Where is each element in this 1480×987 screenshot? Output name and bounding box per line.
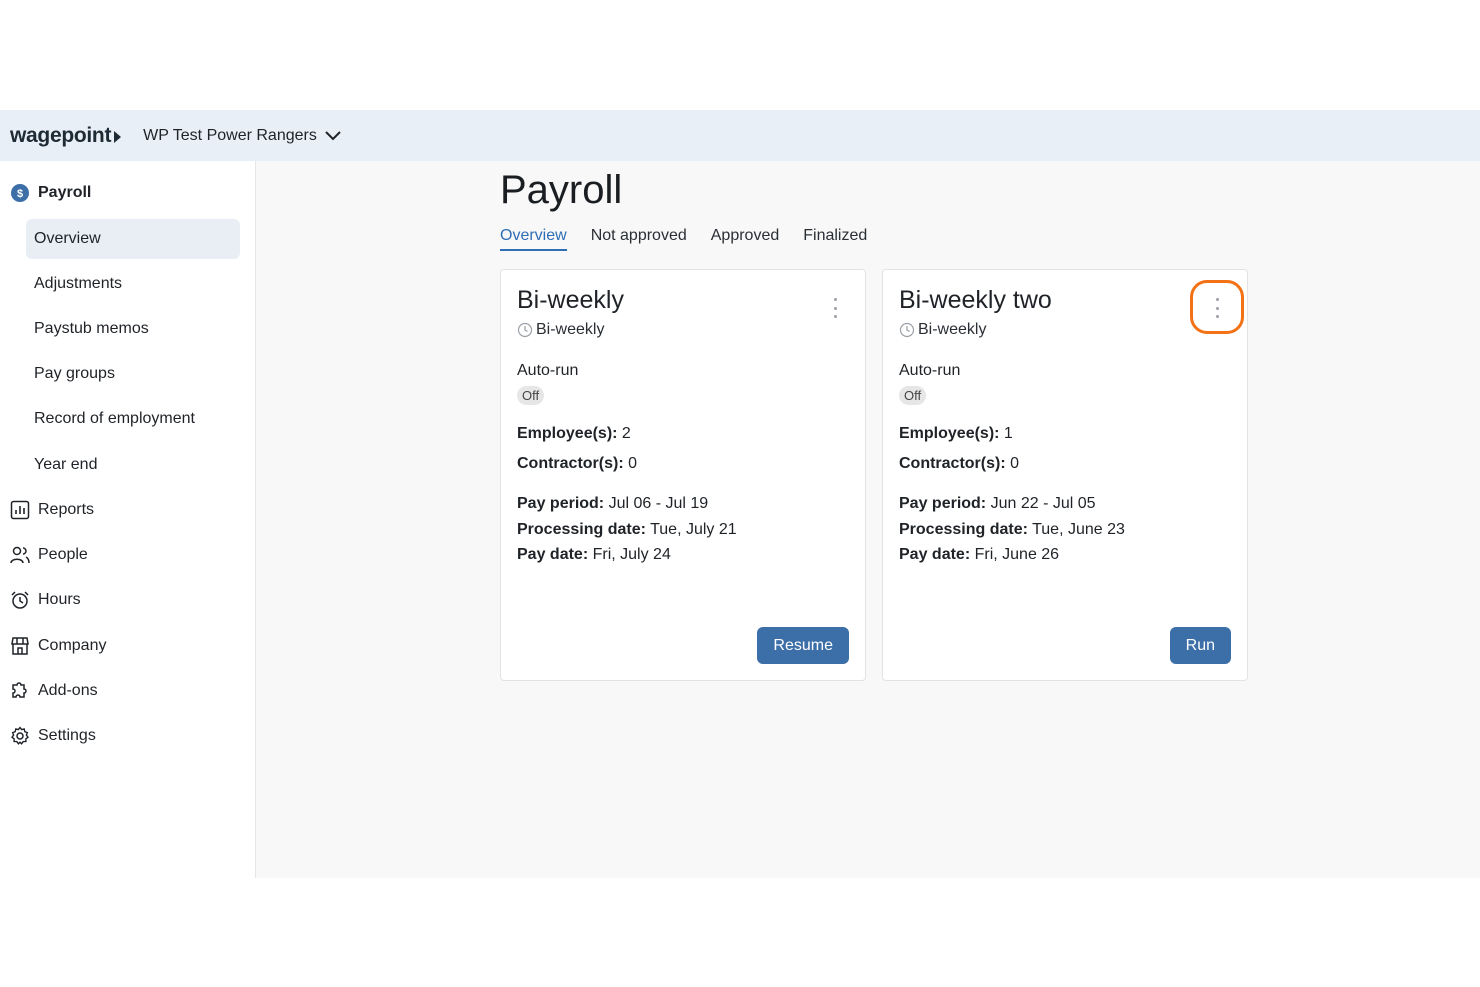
svg-text:$: $ (17, 188, 23, 200)
card-frequency: Bi-weekly (899, 321, 986, 339)
pay-date-label: Pay date: (517, 546, 589, 563)
sidebar-subitem-label: Year end (34, 456, 98, 473)
employees-row: Employee(s): 1 (899, 425, 1013, 443)
autorun-status-badge: Off (517, 386, 545, 405)
page-title: Payroll (500, 168, 623, 212)
autorun-label: Auto-run (517, 362, 579, 379)
processing-date-row: Processing date: Tue, June 23 (899, 521, 1125, 539)
company-switcher[interactable]: WP Test Power Rangers (143, 127, 341, 145)
card-frequency: Bi-weekly (517, 321, 604, 339)
puzzle-icon (10, 681, 30, 701)
processing-date-row: Processing date: Tue, July 21 (517, 521, 737, 539)
sidebar-subitem-label: Paystub memos (34, 320, 149, 337)
contractors-row: Contractor(s): 0 (517, 455, 637, 473)
sidebar-item-company[interactable]: Company (10, 634, 106, 658)
bar-chart-icon (10, 500, 30, 520)
sidebar-subitem-label: Record of employment (34, 410, 195, 427)
employees-row: Employee(s): 2 (517, 425, 631, 443)
sidebar-item-label: Settings (38, 727, 96, 744)
processing-date-label: Processing date: (899, 521, 1028, 538)
tab-approved[interactable]: Approved (711, 227, 780, 251)
clock-icon (517, 322, 533, 338)
sidebar-subitem-paystub-memos[interactable]: Paystub memos (26, 309, 240, 349)
pay-group-card: Bi-weekly Bi-weekly Auto-run Off Employe… (500, 269, 866, 681)
alarm-clock-icon (10, 590, 30, 610)
top-bar: wagepoint WP Test Power Rangers (0, 110, 1480, 161)
sidebar-subitem-adjustments[interactable]: Adjustments (26, 264, 240, 304)
contractors-label: Contractor(s): (517, 455, 624, 472)
sidebar-subitem-pay-groups[interactable]: Pay groups (26, 354, 240, 394)
frequency-text: Bi-weekly (536, 321, 605, 338)
company-name: WP Test Power Rangers (143, 126, 317, 144)
people-icon (10, 545, 30, 565)
card-title: Bi-weekly (517, 286, 624, 314)
sidebar-item-people[interactable]: People (10, 543, 88, 567)
pay-period-row: Pay period: Jun 22 - Jul 05 (899, 495, 1096, 513)
contractors-row: Contractor(s): 0 (899, 455, 1019, 473)
sidebar-item-label: Add-ons (38, 682, 98, 699)
pay-period-row: Pay period: Jul 06 - Jul 19 (517, 495, 708, 513)
chevron-down-icon (325, 130, 341, 140)
processing-date-label: Processing date: (517, 521, 646, 538)
sidebar: $ Payroll Overview Adjustments Paystub m… (0, 161, 256, 878)
run-button[interactable]: Run (1169, 627, 1231, 664)
contractors-label: Contractor(s): (899, 455, 1006, 472)
dollar-icon: $ (10, 183, 30, 203)
autorun-status-badge: Off (899, 386, 927, 405)
tab-overview[interactable]: Overview (500, 227, 567, 251)
sidebar-subitem-year-end[interactable]: Year end (26, 445, 240, 485)
contractors-count: 0 (1010, 455, 1020, 472)
employees-count: 2 (621, 425, 631, 442)
frequency-text: Bi-weekly (918, 321, 987, 338)
pay-date-value: Fri, June 26 (974, 546, 1060, 563)
pay-date-value: Fri, July 24 (592, 546, 671, 563)
sidebar-subitem-overview[interactable]: Overview (26, 219, 240, 259)
tab-not-approved[interactable]: Not approved (591, 227, 687, 251)
pay-date-row: Pay date: Fri, July 24 (517, 546, 671, 564)
pay-period-value: Jul 06 - Jul 19 (608, 495, 709, 512)
clock-icon (899, 322, 915, 338)
card-title: Bi-weekly two (899, 286, 1052, 314)
app-shell: wagepoint WP Test Power Rangers $ Payrol… (0, 110, 1480, 878)
sidebar-item-hours[interactable]: Hours (10, 588, 81, 612)
sidebar-subitem-label: Adjustments (34, 275, 123, 292)
sidebar-item-label: People (38, 546, 88, 563)
pay-group-card: Bi-weekly two Bi-weekly Auto-run Off Emp… (882, 269, 1248, 681)
sidebar-item-add-ons[interactable]: Add-ons (10, 679, 98, 703)
logo-text: wagepoint (10, 123, 112, 147)
sidebar-item-label: Company (38, 637, 107, 654)
sidebar-item-settings[interactable]: Settings (10, 724, 96, 748)
pay-period-label: Pay period: (517, 495, 605, 512)
pay-period-label: Pay period: (899, 495, 987, 512)
pay-period-value: Jun 22 - Jul 05 (990, 495, 1096, 512)
employees-count: 1 (1003, 425, 1013, 442)
sidebar-item-reports[interactable]: Reports (10, 498, 94, 522)
sidebar-item-label: Reports (38, 501, 95, 518)
sidebar-item-label: Hours (38, 591, 81, 608)
wagepoint-logo[interactable]: wagepoint (10, 123, 122, 148)
processing-date-value: Tue, July 21 (650, 521, 737, 538)
resume-button[interactable]: Resume (757, 627, 849, 664)
logo-arrow-icon (114, 130, 122, 143)
pay-date-row: Pay date: Fri, June 26 (899, 546, 1059, 564)
sidebar-subitem-label: Overview (34, 230, 101, 247)
employees-label: Employee(s): (899, 425, 1000, 442)
tab-finalized[interactable]: Finalized (803, 227, 867, 251)
gear-icon (10, 726, 30, 746)
sidebar-subitem-label: Pay groups (34, 365, 115, 382)
sidebar-item-label: Payroll (38, 184, 92, 201)
tab-bar: Overview Not approved Approved Finalized (500, 227, 891, 251)
autorun-label: Auto-run (899, 362, 961, 379)
more-options-icon[interactable] (825, 296, 845, 320)
pay-date-label: Pay date: (899, 546, 971, 563)
more-options-icon[interactable] (1207, 296, 1227, 320)
contractors-count: 0 (628, 455, 638, 472)
sidebar-item-payroll[interactable]: $ Payroll (10, 181, 91, 205)
sidebar-subitem-record-of-employment[interactable]: Record of employment (26, 399, 240, 439)
store-icon (10, 636, 30, 656)
employees-label: Employee(s): (517, 425, 618, 442)
processing-date-value: Tue, June 23 (1032, 521, 1125, 538)
